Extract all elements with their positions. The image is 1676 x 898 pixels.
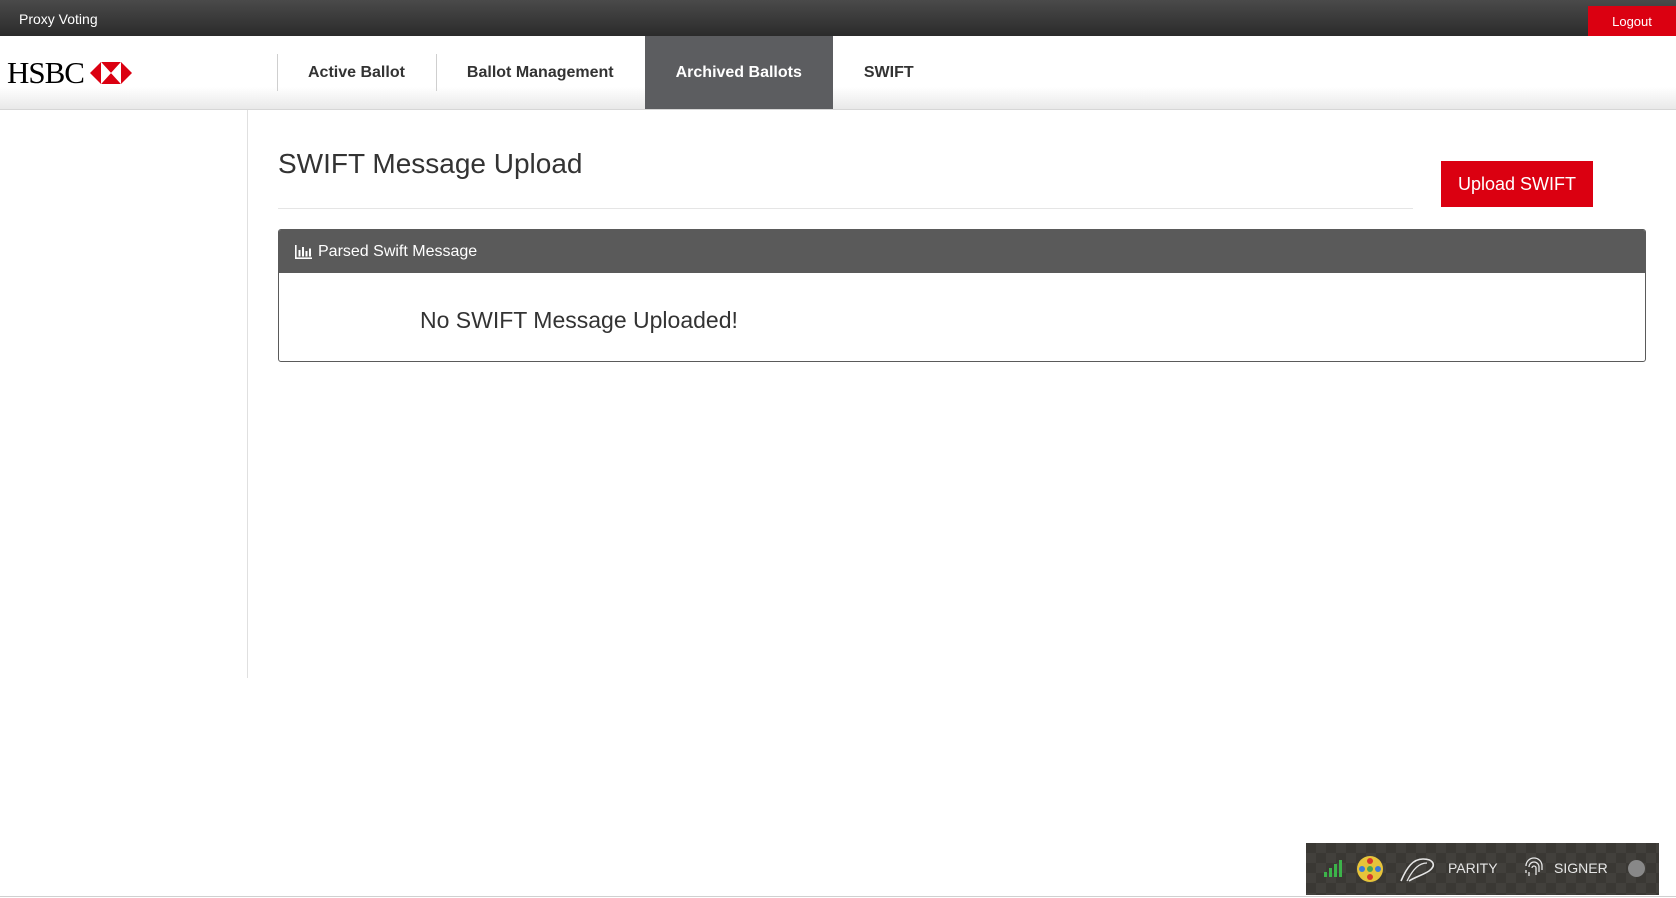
nav-active-ballot[interactable]: Active Ballot [277, 36, 436, 109]
status-dot-icon [1628, 860, 1645, 877]
page-bottom-border [0, 896, 1676, 897]
app-title: Proxy Voting [19, 11, 98, 27]
hsbc-logo[interactable]: HSBC [7, 55, 132, 90]
bar-chart-icon [295, 244, 312, 259]
panel-body: No SWIFT Message Uploaded! [279, 273, 1645, 361]
parsed-swift-panel: Parsed Swift Message No SWIFT Message Up… [278, 229, 1646, 362]
logout-button[interactable]: Logout [1588, 6, 1676, 36]
left-sidebar [0, 110, 248, 678]
parity-extension-widget: PARITY SIGNER [1306, 843, 1659, 895]
nav-swift[interactable]: SWIFT [833, 36, 945, 109]
title-divider [278, 208, 1413, 209]
signal-icon[interactable] [1324, 859, 1342, 880]
parity-logo-icon[interactable] [1399, 855, 1441, 886]
parity-label[interactable]: PARITY [1448, 860, 1498, 876]
nav-ballot-management[interactable]: Ballot Management [435, 36, 645, 109]
panel-header: Parsed Swift Message [279, 230, 1645, 273]
top-bar: Proxy Voting Logout [0, 0, 1676, 36]
page-title: SWIFT Message Upload [278, 148, 583, 179]
nav-archived-ballots[interactable]: Archived Ballots [644, 36, 833, 109]
upload-swift-button[interactable]: Upload SWIFT [1441, 161, 1593, 207]
hsbc-hexagon-icon [89, 62, 132, 84]
identicon-icon[interactable] [1356, 855, 1384, 886]
fingerprint-icon[interactable] [1523, 856, 1545, 883]
logo-text: HSBC [7, 55, 85, 90]
empty-message: No SWIFT Message Uploaded! [420, 307, 738, 333]
main-header: HSBC Active Ballot Ballot Management Arc… [0, 36, 1676, 110]
panel-title: Parsed Swift Message [318, 242, 478, 260]
main-nav: Active Ballot Ballot Management Archived… [277, 36, 945, 109]
signer-label[interactable]: SIGNER [1554, 860, 1608, 876]
